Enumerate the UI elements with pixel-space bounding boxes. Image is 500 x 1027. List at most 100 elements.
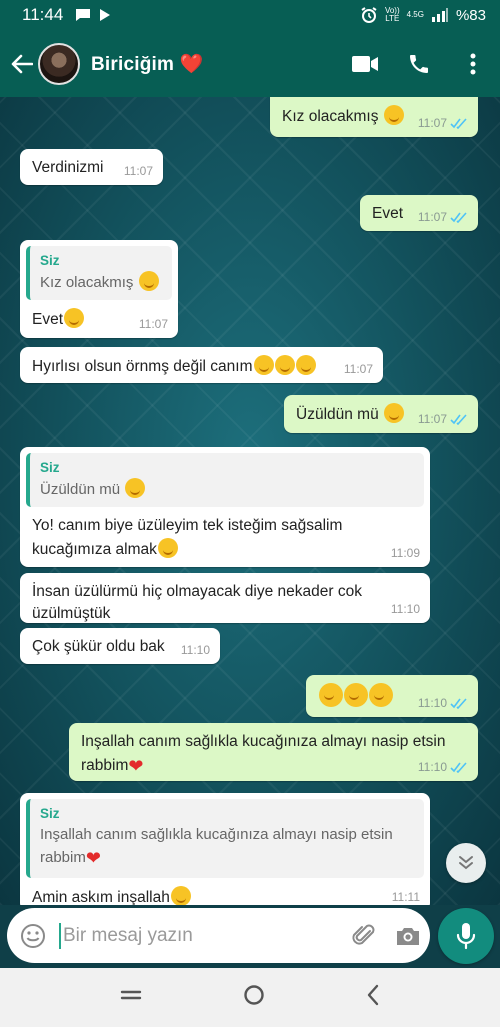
compose-bar [0,905,500,968]
message-time: 11:09 [390,545,420,560]
message-text: Hyırlısı olsun örnmş değil canım [32,358,253,375]
double-check-icon [450,698,467,709]
kiss-emoji-icon [344,683,368,707]
message-time: 11:11 [391,889,420,904]
message-bubble[interactable]: Siz Kız olacakmış Evet 11:07 [20,240,178,338]
network-label: 4.5G [406,10,424,19]
avatar[interactable] [38,42,80,85]
message-bubble[interactable]: Çok şükür oldu bak 11:10 [20,628,220,664]
chat-area[interactable]: Kız olacakmış 11:07 Verdinizmi 11:07 Eve… [0,97,500,905]
message-bubble[interactable]: Kız olacakmış 11:07 [270,97,478,137]
message-bubble[interactable]: Hyırlısı olsun örnmş değil canım 11:07 [20,347,383,383]
message-text: İnsan üzülürmü hiç olmayacak diye nekade… [32,583,362,623]
message-time: 11:07 [138,316,168,331]
message-bubble[interactable]: Inşallah canım sağlıkla kucağınıza almay… [69,723,478,781]
video-camera-icon [352,55,378,72]
system-back-button[interactable] [366,984,380,1011]
kiss-emoji-icon [170,886,191,905]
emoji-button[interactable] [7,923,59,949]
kiss-emoji-icon [369,683,393,707]
kiss-emoji-icon [295,355,316,375]
message-time: 11:10 [417,759,447,774]
laughing-emoji-icon [125,477,146,498]
double-check-icon [450,212,467,223]
contact-name[interactable]: Biriciğim ❤️ [91,52,203,76]
video-call-button[interactable] [338,30,392,97]
voice-call-button[interactable] [392,30,446,97]
double-check-icon [450,414,467,425]
quote-text: Üzüldün mü [40,480,121,498]
paperclip-icon [352,924,375,945]
camera-icon [397,927,419,945]
message-input[interactable] [59,922,342,949]
message-time: 11:07 [417,115,447,130]
alarm-icon [361,7,377,23]
quote-author: Siz [40,806,60,821]
heart-emoji-icon: ❤ [85,848,101,869]
microphone-icon [456,923,476,950]
laughing-emoji-icon [64,308,85,329]
message-text: Evet [32,311,64,329]
heart-emoji-icon: ❤ [128,756,144,777]
chevron-left-icon [367,984,378,1006]
kiss-emoji-icon [157,537,178,558]
attach-button[interactable] [342,923,386,949]
message-bubble[interactable]: Siz Üzüldün mü Yo! canım biye üzüleyim t… [20,447,430,567]
message-time: 11:10 [417,695,447,710]
home-button[interactable] [243,984,265,1011]
message-text: Yo! canım biye üzüleyim tek isteğim sağs… [32,517,343,558]
message-text: Verdinizmi [32,159,104,176]
more-options-button[interactable] [446,30,500,97]
message-time: 11:07 [417,209,447,224]
recent-apps-icon [121,990,142,1000]
laughing-emoji-icon [384,403,405,423]
message-text: Çok şükür oldu bak [32,638,165,655]
quote-author: Siz [40,460,60,475]
kiss-emoji-icon [274,355,295,375]
home-circle-icon [244,985,264,1005]
smile-emoji-icon [383,105,404,125]
play-icon [100,9,111,21]
message-time: 11:10 [390,601,420,616]
double-check-icon [450,118,467,129]
status-bar: 11:44 Vo)) LTE 4.5G %83 [0,0,500,30]
status-time: 11:44 [22,5,64,24]
message-input-box[interactable] [7,908,430,963]
message-bubble[interactable]: Siz Inşallah canım sağlıkla kucağınıza a… [20,793,430,905]
scroll-to-bottom-button[interactable] [446,843,486,883]
laughing-emoji-icon [253,355,274,375]
back-button[interactable] [2,30,42,97]
message-bubble[interactable]: Verdinizmi 11:07 [20,149,163,185]
phone-icon [410,54,428,73]
quoted-message[interactable]: Siz Inşallah canım sağlıkla kucağınıza a… [26,799,424,879]
battery-label: %83 [455,6,486,24]
smiley-icon [21,923,45,948]
message-text: Amin askım inşallah [32,889,170,905]
arrow-left-icon [11,54,33,73]
more-vertical-icon [470,53,476,74]
message-time: 11:07 [343,361,373,376]
message-bubble[interactable]: İnsan üzülürmü hiç olmayacak diye nekade… [20,573,430,623]
chat-header: Biriciğim ❤️ [0,30,500,97]
camera-button[interactable] [386,925,430,947]
voice-message-button[interactable] [438,908,494,964]
quoted-message[interactable]: Siz Üzüldün mü [26,453,424,508]
lte-label: LTE [385,14,400,23]
recent-apps-button[interactable] [120,988,142,1007]
kiss-emoji-icon [319,683,343,707]
message-bubble[interactable]: 11:10 [306,675,478,717]
message-text: Evet [372,205,404,222]
system-navigation-bar [0,968,500,1027]
message-icon [76,9,91,21]
quote-author: Siz [40,253,60,268]
message-time: 11:07 [123,163,153,178]
double-chevron-down-icon [459,856,473,870]
quote-text: Kız olacakmış [40,273,134,291]
message-bubble[interactable]: Üzüldün mü 11:07 [284,395,478,433]
double-check-icon [450,762,467,773]
message-text: Kız olacakmış [282,108,379,125]
signal-icon [431,8,448,22]
quoted-message[interactable]: Siz Kız olacakmış [26,246,172,301]
smile-emoji-icon [138,270,159,291]
message-bubble[interactable]: Evet 11:07 [360,195,478,231]
